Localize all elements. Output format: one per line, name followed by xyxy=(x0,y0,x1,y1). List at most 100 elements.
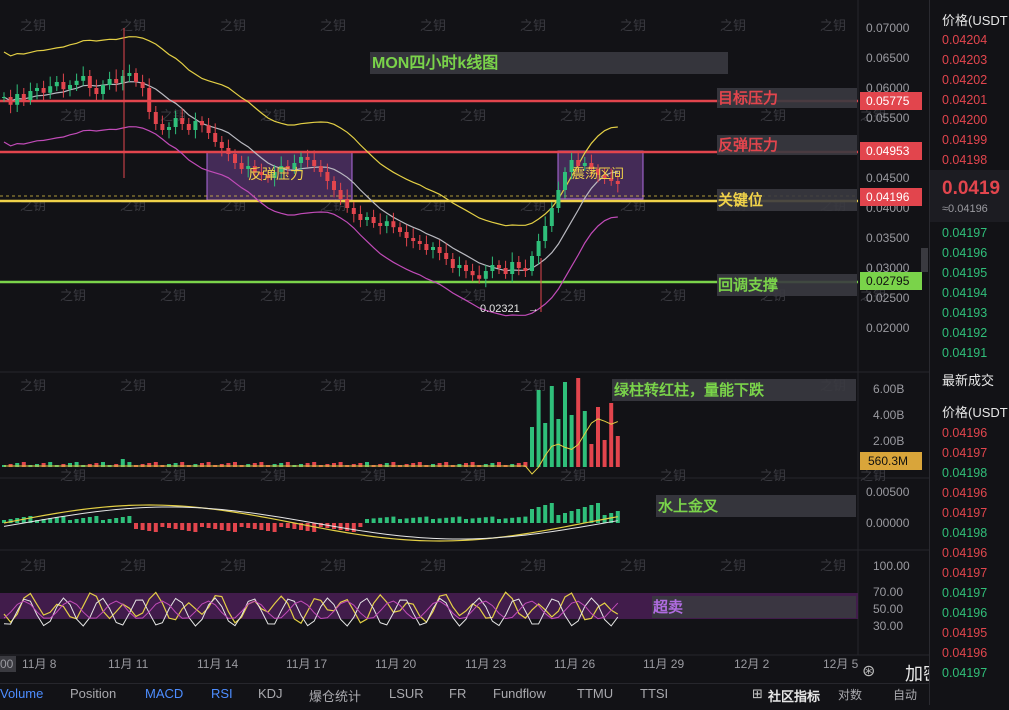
x-tick: 11月 8 xyxy=(22,657,57,671)
ask-row[interactable]: 0.04201 xyxy=(942,93,987,107)
rebound-label: 反弹压力 xyxy=(718,136,778,154)
bid-row[interactable]: 0.04191 xyxy=(942,346,987,360)
bid-row[interactable]: 0.04197 xyxy=(942,226,987,240)
trade-row: 0.04197 xyxy=(942,446,988,460)
macd-bar xyxy=(563,513,567,523)
candle-body xyxy=(54,82,59,87)
svg-text:→: → xyxy=(528,303,539,315)
log-toggle[interactable]: 对数 xyxy=(838,686,862,703)
bid-row[interactable]: 0.04195 xyxy=(942,266,987,280)
tag-support: 0.02795 xyxy=(866,274,910,288)
watermark-text: 之钥 xyxy=(460,109,486,124)
tab-ttmu[interactable]: TTMU xyxy=(577,686,613,701)
macd-bar xyxy=(186,523,191,531)
candle-body xyxy=(325,172,330,181)
tab-macd[interactable]: MACD xyxy=(145,686,183,701)
macd-bar xyxy=(417,517,422,523)
candle-body xyxy=(530,256,534,271)
macd-bar xyxy=(193,523,198,532)
tab-position[interactable]: Position xyxy=(70,686,116,701)
x-tick: 11月 11 xyxy=(108,657,149,671)
key-label: 关键位 xyxy=(718,191,763,209)
x-tick: 11月 14 xyxy=(197,657,238,671)
volume-tick: 2.00B xyxy=(873,434,904,448)
auto-toggle[interactable]: 自动 xyxy=(893,686,917,703)
macd-bar xyxy=(411,517,416,523)
watermark-text: 之钥 xyxy=(760,469,786,484)
candle-body xyxy=(134,73,138,82)
tab-volume[interactable]: Volume xyxy=(0,686,43,701)
candle-body xyxy=(233,154,237,163)
macd-bar xyxy=(213,523,218,529)
watermark-text: 之钥 xyxy=(460,469,486,484)
trade-row: 0.04196 xyxy=(942,606,988,620)
macd-bar xyxy=(87,517,92,523)
candle-body xyxy=(186,124,191,130)
macd-bar xyxy=(536,507,541,523)
candle-body xyxy=(81,76,86,81)
bid-row[interactable]: 0.04194 xyxy=(942,286,987,300)
tab-ttsi[interactable]: TTSI xyxy=(640,686,668,701)
box1-label: 反弹压力 xyxy=(248,166,304,182)
macd-bar xyxy=(358,523,363,527)
bid-row[interactable]: 0.04193 xyxy=(942,306,987,320)
rsi-tick: 70.00 xyxy=(873,585,903,599)
tab-liquidation[interactable]: 爆仓统计 xyxy=(309,686,361,705)
volume-bar xyxy=(563,382,567,467)
tab-lsur[interactable]: LSUR xyxy=(389,686,424,701)
macd-bar xyxy=(490,516,495,523)
macd-bar xyxy=(450,517,455,523)
tab-fundflow[interactable]: Fundflow xyxy=(493,686,546,701)
macd-bar xyxy=(470,518,475,523)
macd-bar xyxy=(431,519,435,523)
x-tick: 11月 26 xyxy=(554,657,595,671)
community-icon[interactable]: ⊞ xyxy=(752,686,763,702)
kline-chart[interactable]: 之钥 之钥 之钥 之钥 之钥 之钥 之钥 之钥 之钥之钥 之钥 之钥 之钥 之钥 之钥 之钥 之钥 之钥之钥 之钥… xyxy=(0,0,929,705)
macd-bar xyxy=(589,505,594,523)
trade-row: 0.04195 xyxy=(942,626,988,640)
bid-row[interactable]: 0.04196 xyxy=(942,246,987,260)
watermark-text: 之钥 xyxy=(420,559,446,574)
watermark-text: 之钥 xyxy=(320,379,346,394)
macd-bar xyxy=(134,523,138,529)
chart-area[interactable]: 之钥 之钥 之钥 之钥 之钥 之钥 之钥 之钥 之钥 之钥 之钥 之钥 之钥 之钥 之钥 之钥 之钥 之钥 之钥 之钥… xyxy=(0,0,929,706)
macd-bar xyxy=(391,516,396,523)
candle-body xyxy=(94,88,99,94)
price-tick: 0.04500 xyxy=(866,171,910,185)
ask-row[interactable]: 0.04199 xyxy=(942,133,987,147)
candle-body xyxy=(173,118,178,127)
ask-row[interactable]: 0.04202 xyxy=(942,73,987,87)
x-tick: 11月 23 xyxy=(465,657,506,671)
watermark-text: 之钥 xyxy=(60,109,86,124)
candle-body xyxy=(219,142,224,148)
tab-fr[interactable]: FR xyxy=(449,686,466,701)
scroll-handle[interactable] xyxy=(921,248,928,272)
watermark-text: 之钥 xyxy=(620,19,646,34)
candle-body xyxy=(497,265,501,268)
macd-bar xyxy=(569,511,574,523)
x-tick: 12月 5 xyxy=(823,657,859,671)
macd-bar xyxy=(140,523,145,530)
community-indicators[interactable]: 社区指标 xyxy=(768,686,820,705)
macd-bar xyxy=(101,520,105,523)
tab-kdj[interactable]: KDJ xyxy=(258,686,283,701)
candle-body xyxy=(398,227,402,232)
ask-row[interactable]: 0.04204 xyxy=(942,33,987,47)
macd-bar xyxy=(252,523,257,529)
ask-row[interactable]: 0.04203 xyxy=(942,53,987,67)
volume-bar xyxy=(536,390,541,467)
bid-row[interactable]: 0.04192 xyxy=(942,326,987,340)
macd-bar xyxy=(200,523,204,527)
tab-rsi[interactable]: RSI xyxy=(211,686,233,701)
volume-bar xyxy=(596,407,600,467)
price-tick: 0.02500 xyxy=(866,291,910,305)
low-label: 0.02321 xyxy=(480,303,520,315)
tag-key: 0.04196 xyxy=(866,190,910,204)
macd-bar xyxy=(378,517,383,523)
ask-row[interactable]: 0.04198 xyxy=(942,153,987,167)
ask-row[interactable]: 0.04200 xyxy=(942,113,987,127)
candle-body xyxy=(563,172,567,190)
volume-note: 绿柱转红柱，量能下跌 xyxy=(614,381,765,399)
x-tick-partial: 00 xyxy=(0,657,14,671)
candle-body xyxy=(2,97,6,98)
